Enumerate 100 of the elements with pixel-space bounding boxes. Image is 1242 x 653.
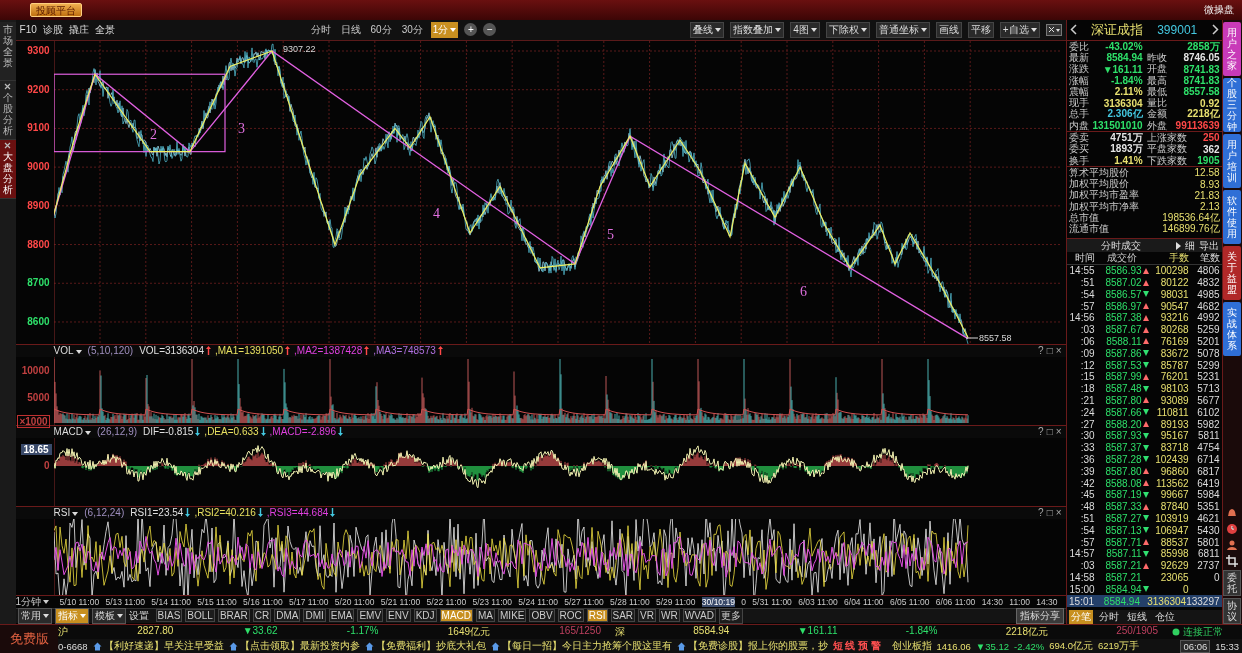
panel-tab[interactable]: 仓位 (1152, 610, 1177, 624)
indicator-tab[interactable]: ROC (557, 609, 584, 623)
trade-row[interactable]: :18 8587.48 98103 5713 (1066, 382, 1222, 395)
trade-row[interactable]: :33 8587.37 83718 4754 (1066, 441, 1222, 454)
trade-row[interactable]: :15 8587.99 76201 5231 (1066, 371, 1222, 383)
indicator-tab[interactable]: BIAS (155, 609, 183, 623)
trade-row[interactable]: 14:56 8587.38 93216 4992 (1066, 312, 1222, 324)
settings-button[interactable]: 设置 (128, 608, 149, 623)
period-tab[interactable]: 日线 (338, 21, 363, 38)
toolbar-button[interactable]: 叠线 (690, 21, 725, 38)
toolbar-button[interactable]: 平移 (967, 21, 994, 38)
promo-link[interactable]: 【每日一招】今日主力抢筹个股这里有 (501, 639, 672, 653)
toolbar-link[interactable]: 撬庄 (68, 22, 89, 37)
trade-row[interactable]: :54 8587.13 106947 5430 (1066, 524, 1222, 537)
indicator-tab[interactable]: WVAD (682, 609, 716, 623)
trade-row[interactable]: :09 8587.86 83672 5078 (1066, 347, 1222, 360)
promo-side-tab[interactable]: 实战体系 (1223, 301, 1242, 356)
indicator-tab[interactable]: BOLL (185, 609, 215, 623)
menu-dropdown[interactable]: 模板 (91, 607, 126, 624)
side-button[interactable]: 协议 (1223, 598, 1242, 624)
toolbar-link[interactable]: F10 (19, 24, 37, 36)
toolbar-button[interactable]: 下除权 (825, 21, 870, 38)
trade-row[interactable]: :36 8587.28 102439 6714 (1066, 453, 1222, 466)
person-icon[interactable] (1225, 538, 1240, 552)
trade-row[interactable]: :54 8586.57 98031 4985 (1066, 288, 1222, 301)
panel-control[interactable]: ? (1038, 426, 1044, 438)
promo-side-tab[interactable]: 个股三分钟 (1223, 77, 1242, 132)
menu-dropdown[interactable]: 常用 (17, 607, 52, 624)
layout-icon[interactable] (1045, 23, 1062, 36)
indicator-tab[interactable]: WR (659, 609, 680, 623)
indicator-name[interactable]: VOL (53, 345, 82, 357)
panel-control[interactable]: □ (1046, 345, 1053, 357)
previous-icon[interactable] (1069, 24, 1077, 36)
zoom-button[interactable]: + (464, 23, 478, 37)
trade-row[interactable]: 14:58 8587.21 23065 0 (1066, 571, 1222, 584)
detail-link[interactable]: 细 (1184, 238, 1195, 253)
indicator-tab[interactable]: SAR (610, 609, 636, 623)
advisor-platform-button[interactable]: 投顾平台 (30, 3, 82, 17)
period-tab[interactable]: 60分 (368, 21, 394, 38)
close-icon[interactable] (4, 141, 12, 149)
indicator-tab[interactable]: KDJ (413, 609, 437, 623)
toolbar-link[interactable]: 诊股 (42, 22, 63, 37)
panel-control[interactable]: × (1055, 426, 1062, 438)
toolbar-button[interactable]: 普通坐标 (875, 21, 930, 38)
promo-link[interactable]: 【免费福利】抄底大礼包 (375, 639, 486, 653)
period-dropdown[interactable]: 1分钟 (15, 594, 60, 609)
export-link[interactable]: 导出 (1198, 238, 1219, 253)
trade-row[interactable]: :03 8587.21 92629 2737 (1066, 559, 1222, 572)
trade-row[interactable]: 15:00 8584.94 0 (1066, 583, 1222, 596)
toolbar-button[interactable]: 指数叠加 (730, 21, 785, 38)
promo-side-tab[interactable]: 关于益盟 (1223, 245, 1242, 300)
period-tab[interactable]: 30分 (399, 21, 425, 38)
indicator-tab[interactable]: EMA (328, 609, 355, 623)
play-icon[interactable] (1175, 241, 1181, 250)
trade-row[interactable]: :45 8587.19 99667 5984 (1066, 488, 1222, 501)
trade-row[interactable]: :03 8587.67 80268 5259 (1066, 323, 1222, 336)
trade-row[interactable]: :42 8588.08 113562 6419 (1066, 477, 1222, 489)
clock-icon[interactable] (1225, 522, 1240, 536)
promo-side-tab[interactable]: 用户之家 (1223, 21, 1242, 76)
indicator-tab[interactable]: DMI (303, 609, 326, 623)
side-tab[interactable]: 大盘分析 (0, 139, 16, 199)
promo-side-tab[interactable]: 用户培训 (1223, 133, 1242, 188)
panel-control[interactable]: × (1055, 345, 1062, 357)
indicator-name[interactable]: MACD (53, 426, 91, 438)
promo-side-tab[interactable]: 软件使用 (1223, 189, 1242, 244)
indicator-tab[interactable]: OBV (529, 609, 555, 623)
panel-control[interactable]: □ (1046, 507, 1053, 519)
period-tab[interactable]: 分时 (308, 21, 333, 38)
promo-link[interactable]: 【点击领取】最新投资内参 (239, 639, 360, 653)
indicator-tab[interactable]: MA (476, 609, 496, 623)
trade-row[interactable]: :51 8587.27 103919 4621 (1066, 512, 1222, 525)
panel-tab[interactable]: 分时 (1096, 610, 1121, 624)
indicator-name[interactable]: RSI (53, 507, 79, 519)
close-icon[interactable] (4, 82, 12, 90)
promo-link[interactable]: 【利好速递】早关注早受益 (103, 639, 224, 653)
trade-row[interactable]: :12 8587.53 85787 5299 (1066, 359, 1222, 371)
panel-control[interactable]: □ (1046, 426, 1053, 438)
trade-row[interactable]: 14:57 8587.11 85998 6811 (1066, 547, 1222, 560)
side-tab[interactable]: 个股分析 (0, 80, 16, 140)
promo-link[interactable]: 【免费诊股】报上你的股票，抄 (687, 639, 828, 653)
panel-tab[interactable]: 短线 (1124, 610, 1149, 624)
trade-row[interactable]: :57 8586.97 90547 4682 (1066, 300, 1222, 312)
toolbar-button[interactable]: +自选 (999, 21, 1040, 38)
side-button[interactable]: 委托 (1223, 570, 1242, 596)
indicator-tab[interactable]: BRAR (217, 609, 250, 623)
side-tab[interactable]: 市场全景 (0, 21, 16, 81)
crop-icon[interactable] (1225, 554, 1240, 568)
zoom-button[interactable]: − (483, 23, 497, 37)
indicator-tab[interactable]: MIKE (498, 609, 527, 623)
panel-control[interactable]: ? (1038, 507, 1044, 519)
micro-trade-label[interactable]: 微操盘 (1204, 3, 1234, 17)
toolbar-link[interactable]: 全景 (94, 22, 115, 37)
indicator-tab[interactable]: CR (252, 609, 272, 623)
indicator-tab[interactable]: VR (638, 609, 656, 623)
trade-row[interactable]: :48 8587.33 87840 5351 (1066, 500, 1222, 513)
trade-row[interactable]: :24 8587.66 110811 6102 (1066, 406, 1222, 419)
panel-control[interactable]: ? (1038, 345, 1044, 357)
indicator-tab[interactable]: 更多 (718, 607, 743, 624)
toolbar-button[interactable]: 4图 (790, 21, 820, 38)
next-icon[interactable] (1211, 24, 1219, 36)
